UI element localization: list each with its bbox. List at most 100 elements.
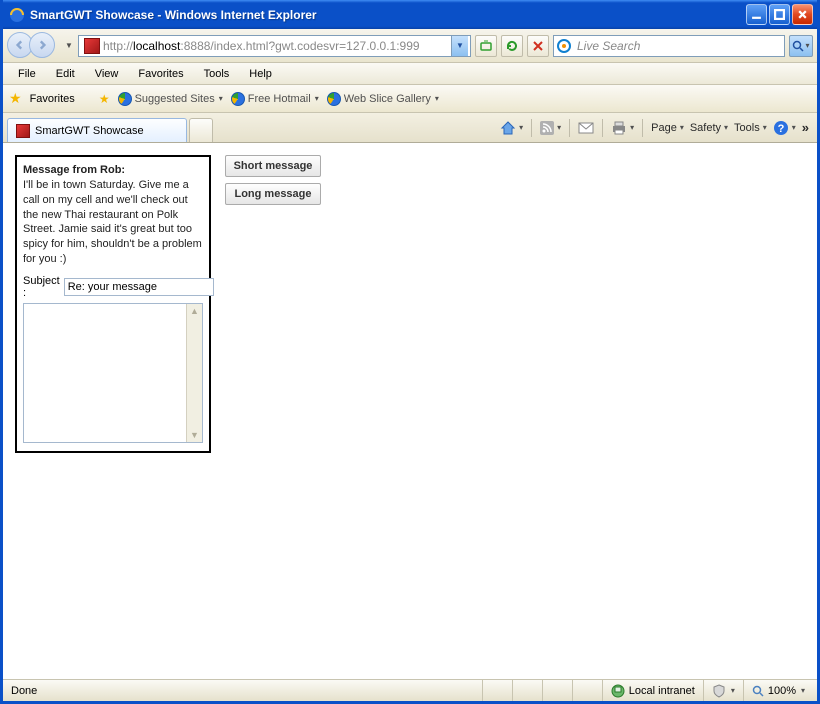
address-bar[interactable]: http://localhost:8888/index.html?gwt.cod… xyxy=(78,35,471,57)
short-message-button[interactable]: Short message xyxy=(225,155,321,177)
textarea-scrollbar[interactable]: ▲ ▼ xyxy=(186,304,202,442)
message-panel: Message from Rob: I'll be in town Saturd… xyxy=(15,155,211,453)
menu-favorites[interactable]: Favorites xyxy=(129,66,192,82)
favorites-label[interactable]: Favorites xyxy=(30,93,75,105)
favlink-free-hotmail[interactable]: Free Hotmail ▾ xyxy=(231,92,319,106)
cmd-page[interactable]: Page ▾ xyxy=(651,122,684,134)
status-text: Done xyxy=(7,685,482,697)
url-host: localhost xyxy=(133,39,180,53)
zoom-value: 100% xyxy=(768,685,796,697)
favlink-label: Free Hotmail xyxy=(248,93,311,105)
zone-icon xyxy=(611,684,625,698)
ie-icon xyxy=(327,92,341,106)
site-favicon xyxy=(84,38,100,54)
add-favorite-star-icon[interactable]: ★ xyxy=(99,92,110,106)
chevron-down-icon: ▾ xyxy=(731,686,735,695)
home-button[interactable]: ▾ xyxy=(500,120,523,136)
cmd-safety[interactable]: Safety ▾ xyxy=(690,122,728,134)
menu-file[interactable]: File xyxy=(9,66,45,82)
nav-back-forward xyxy=(7,32,61,60)
ie-icon xyxy=(118,92,132,106)
url-prefix: http:// xyxy=(103,39,133,53)
help-icon: ? xyxy=(773,120,789,136)
ie-icon xyxy=(231,92,245,106)
security-zone[interactable]: Local intranet xyxy=(602,680,703,701)
refresh-button[interactable] xyxy=(501,35,523,57)
subject-label: Subject : xyxy=(23,275,60,299)
chevron-down-icon: ▾ xyxy=(801,686,805,695)
cmd-label: Safety xyxy=(690,122,721,134)
cmd-label: Tools xyxy=(734,122,760,134)
favlink-label: Suggested Sites xyxy=(135,93,215,105)
new-tab-button[interactable] xyxy=(189,118,213,142)
shield-icon xyxy=(712,684,726,698)
address-text: http://localhost:8888/index.html?gwt.cod… xyxy=(103,39,451,53)
status-cell-empty3 xyxy=(542,680,572,701)
subject-row: Subject : xyxy=(23,275,203,299)
status-cell-empty2 xyxy=(512,680,542,701)
minimize-button[interactable] xyxy=(746,4,767,25)
message-text: Message from Rob: I'll be in town Saturd… xyxy=(23,163,203,267)
chevron-down-icon: ▾ xyxy=(680,123,684,132)
mail-icon xyxy=(578,122,594,134)
favorites-star-icon[interactable]: ★ xyxy=(9,90,22,107)
search-go-button[interactable]: ▾ xyxy=(789,35,813,57)
favorites-bar: ★ Favorites ★ Suggested Sites ▾ Free Hot… xyxy=(3,85,817,113)
favlink-suggested-sites[interactable]: Suggested Sites ▾ xyxy=(118,92,223,106)
chevron-down-icon: ▾ xyxy=(519,123,523,132)
stop-button[interactable] xyxy=(527,35,549,57)
zone-label: Local intranet xyxy=(629,685,695,697)
chevron-down-icon: ▾ xyxy=(315,94,319,103)
printer-icon xyxy=(611,121,627,135)
favlink-web-slice-gallery[interactable]: Web Slice Gallery ▾ xyxy=(327,92,439,106)
window-frame: SmartGWT Showcase - Windows Internet Exp… xyxy=(0,0,820,704)
status-bar: Done Local intranet ▾ 100% ▾ xyxy=(3,679,817,701)
tab-label: SmartGWT Showcase xyxy=(35,125,144,137)
forward-button[interactable] xyxy=(29,32,55,58)
print-button[interactable]: ▾ xyxy=(611,121,634,135)
menu-edit[interactable]: Edit xyxy=(47,66,84,82)
scroll-down-icon[interactable]: ▼ xyxy=(190,430,199,440)
overflow-chevron-icon[interactable]: » xyxy=(802,120,809,135)
tab-active[interactable]: SmartGWT Showcase xyxy=(7,118,187,142)
zoom-control[interactable]: 100% ▾ xyxy=(743,680,813,701)
search-box[interactable] xyxy=(553,35,785,57)
address-dropdown[interactable]: ▼ xyxy=(451,36,468,56)
cmd-tools[interactable]: Tools ▾ xyxy=(734,122,767,134)
search-dropdown-icon: ▾ xyxy=(805,41,809,50)
chevron-down-icon: ▾ xyxy=(763,123,767,132)
long-message-button[interactable]: Long message xyxy=(225,183,321,205)
chevron-down-icon: ▾ xyxy=(792,123,796,132)
search-input[interactable] xyxy=(575,38,781,54)
reply-textarea[interactable]: ▲ ▼ xyxy=(23,303,203,443)
bing-icon xyxy=(557,39,571,53)
tab-favicon xyxy=(16,124,30,138)
menu-tools[interactable]: Tools xyxy=(195,66,239,82)
read-mail-button[interactable] xyxy=(578,122,594,134)
nav-history-dropdown[interactable]: ▼ xyxy=(65,41,74,50)
chevron-down-icon: ▾ xyxy=(219,94,223,103)
status-cell-empty1 xyxy=(482,680,512,701)
nav-row: ▼ http://localhost:8888/index.html?gwt.c… xyxy=(3,29,817,63)
menu-help[interactable]: Help xyxy=(240,66,281,82)
protected-mode[interactable]: ▾ xyxy=(703,680,743,701)
url-rest: :8888/index.html?gwt.codesvr=127.0.0.1:9… xyxy=(180,39,419,53)
page-content: Message from Rob: I'll be in town Saturd… xyxy=(3,143,817,679)
close-button[interactable] xyxy=(792,4,813,25)
favlink-label: Web Slice Gallery xyxy=(344,93,431,105)
window-buttons xyxy=(746,4,813,25)
subject-input[interactable] xyxy=(64,278,214,296)
scroll-up-icon[interactable]: ▲ xyxy=(190,306,199,316)
tab-row: SmartGWT Showcase ▾ ▾ xyxy=(3,113,817,143)
status-cell-empty4 xyxy=(572,680,602,701)
cmd-label: Page xyxy=(651,122,677,134)
chevron-down-icon: ▾ xyxy=(630,123,634,132)
svg-text:?: ? xyxy=(777,123,784,135)
chevron-down-icon: ▾ xyxy=(557,123,561,132)
help-button[interactable]: ? ▾ xyxy=(773,120,796,136)
rss-icon xyxy=(540,121,554,135)
maximize-button[interactable] xyxy=(769,4,790,25)
compat-view-button[interactable] xyxy=(475,35,497,57)
feeds-button[interactable]: ▾ xyxy=(540,121,561,135)
menu-view[interactable]: View xyxy=(86,66,128,82)
